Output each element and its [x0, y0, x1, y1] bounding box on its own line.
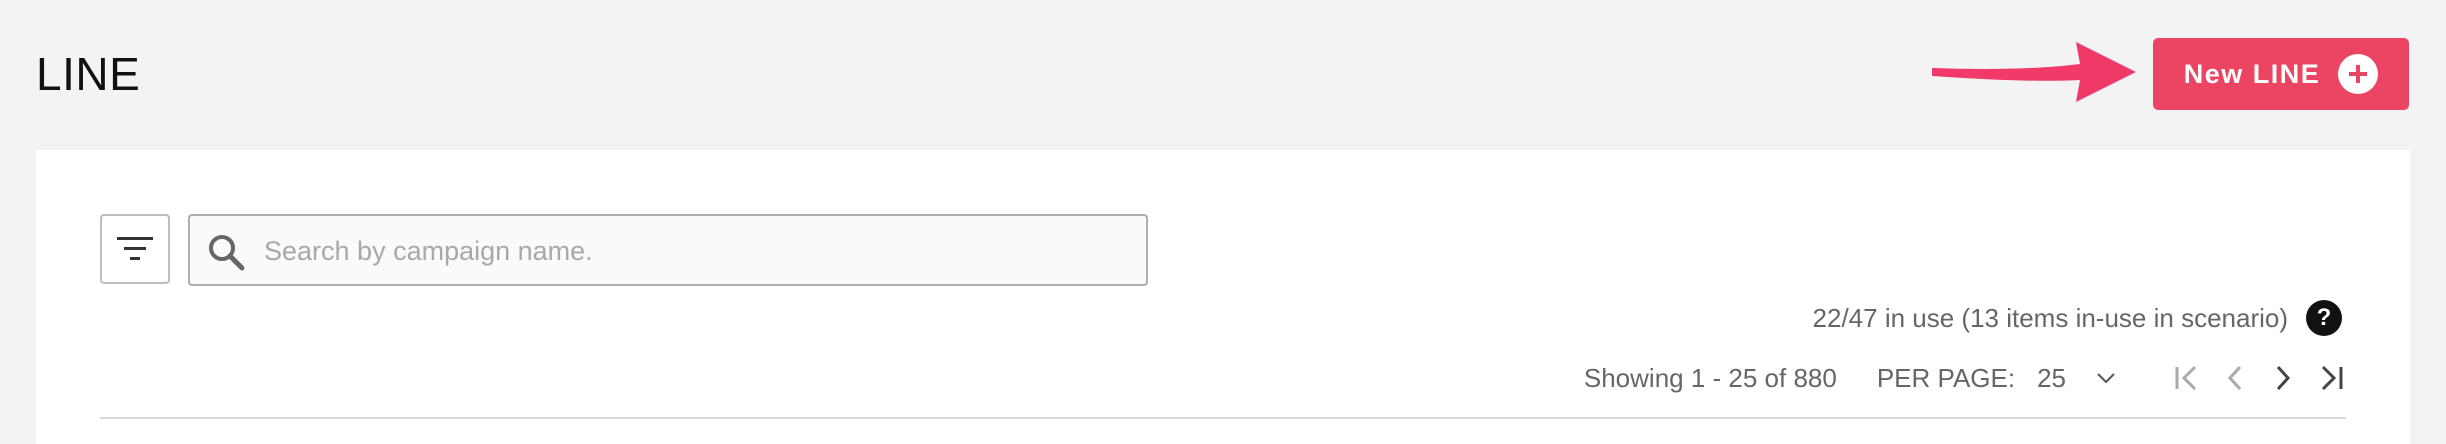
last-page-button[interactable]: [2316, 360, 2346, 396]
pagination: Showing 1 - 25 of 880 PER PAGE: 25: [1584, 360, 2346, 396]
page-title: LINE: [36, 48, 141, 100]
arrow-right-icon: [1932, 42, 2136, 102]
usage-text: 22/47 in use (13 items in-use in scenari…: [1812, 302, 2288, 333]
filter-icon: [117, 237, 153, 260]
plus-circle-icon: [2338, 54, 2379, 94]
divider: [100, 417, 2346, 419]
first-page-button[interactable]: [2172, 360, 2202, 396]
chevron-left-icon: [2227, 365, 2242, 391]
search-field[interactable]: [188, 214, 1148, 286]
new-button-label: New LINE: [2183, 58, 2321, 89]
new-line-button[interactable]: New LINE: [2153, 38, 2409, 110]
next-page-button[interactable]: [2268, 360, 2298, 396]
usage-info: 22/47 in use (13 items in-use in scenari…: [1813, 300, 2342, 336]
per-page-value: 25: [2037, 362, 2066, 393]
search-input[interactable]: [262, 226, 1126, 276]
prev-page-button[interactable]: [2220, 360, 2250, 396]
help-icon[interactable]: ?: [2306, 300, 2342, 336]
page: LINE New LINE 22/: [0, 0, 2446, 444]
per-page-label: PER PAGE:: [1876, 362, 2016, 393]
content-panel: 22/47 in use (13 items in-use in scenari…: [36, 150, 2410, 444]
pager-buttons: [2172, 360, 2346, 396]
chevron-right-icon: [2276, 365, 2291, 391]
per-page-select[interactable]: 25: [2031, 363, 2122, 394]
search-icon: [209, 235, 245, 271]
chevron-down-icon: [2097, 373, 2115, 384]
showing-count: Showing 1 - 25 of 880: [1583, 362, 1837, 393]
filter-button[interactable]: [100, 214, 170, 284]
last-page-icon: [2321, 365, 2343, 391]
first-page-icon: [2175, 365, 2197, 391]
